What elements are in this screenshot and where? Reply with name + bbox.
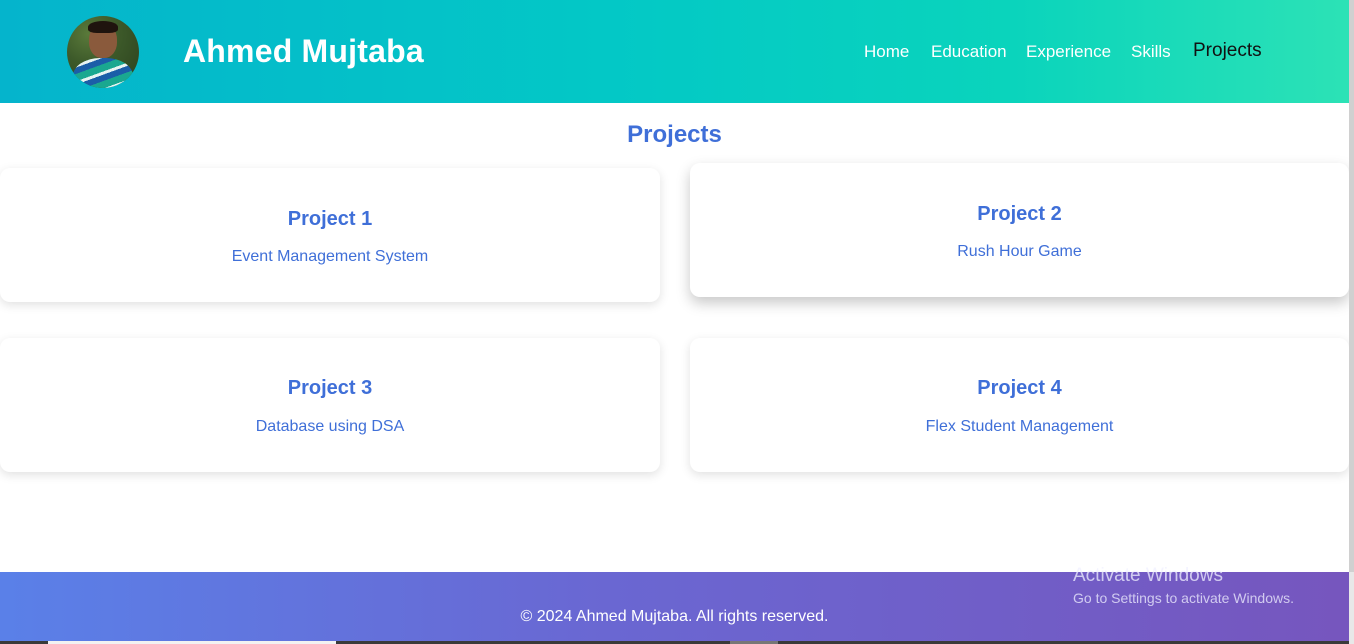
site-brand-name[interactable]: Ahmed Mujtaba (183, 33, 424, 70)
project-card-title: Project 2 (977, 203, 1062, 225)
nav-link-education[interactable]: Education (931, 42, 1007, 62)
nav-link-projects[interactable]: Projects (1193, 40, 1262, 62)
profile-avatar (67, 16, 139, 88)
project-card-description: Rush Hour Game (957, 243, 1082, 260)
project-card-description: Database using DSA (255, 418, 405, 435)
page-scrollbar[interactable] (1349, 0, 1354, 644)
project-card-2[interactable]: Project 2 Rush Hour Game (690, 163, 1349, 297)
scrollbar-thumb[interactable] (1349, 0, 1354, 572)
footer-copyright: © 2024 Ahmed Mujtaba. All rights reserve… (520, 608, 829, 625)
nav-link-experience[interactable]: Experience (1026, 42, 1111, 62)
watermark-subtitle: Go to Settings to activate Windows. (1073, 590, 1294, 606)
nav-link-home[interactable]: Home (864, 42, 909, 62)
project-card-title: Project 1 (287, 208, 373, 230)
project-card-1[interactable]: Project 1 Event Management System (0, 168, 660, 302)
nav-link-skills[interactable]: Skills (1131, 42, 1171, 62)
activate-windows-watermark: Activate Windows Go to Settings to activ… (1073, 565, 1294, 606)
site-header: Ahmed Mujtaba Home Education Experience … (0, 0, 1349, 103)
project-card-title: Project 4 (977, 377, 1062, 399)
watermark-title: Activate Windows (1073, 565, 1223, 586)
projects-section-title: Projects (627, 121, 722, 148)
project-card-4[interactable]: Project 4 Flex Student Management (690, 338, 1349, 472)
project-card-description: Flex Student Management (925, 418, 1114, 435)
project-card-3[interactable]: Project 3 Database using DSA (0, 338, 660, 472)
project-card-title: Project 3 (287, 377, 373, 399)
project-card-description: Event Management System (231, 248, 429, 265)
